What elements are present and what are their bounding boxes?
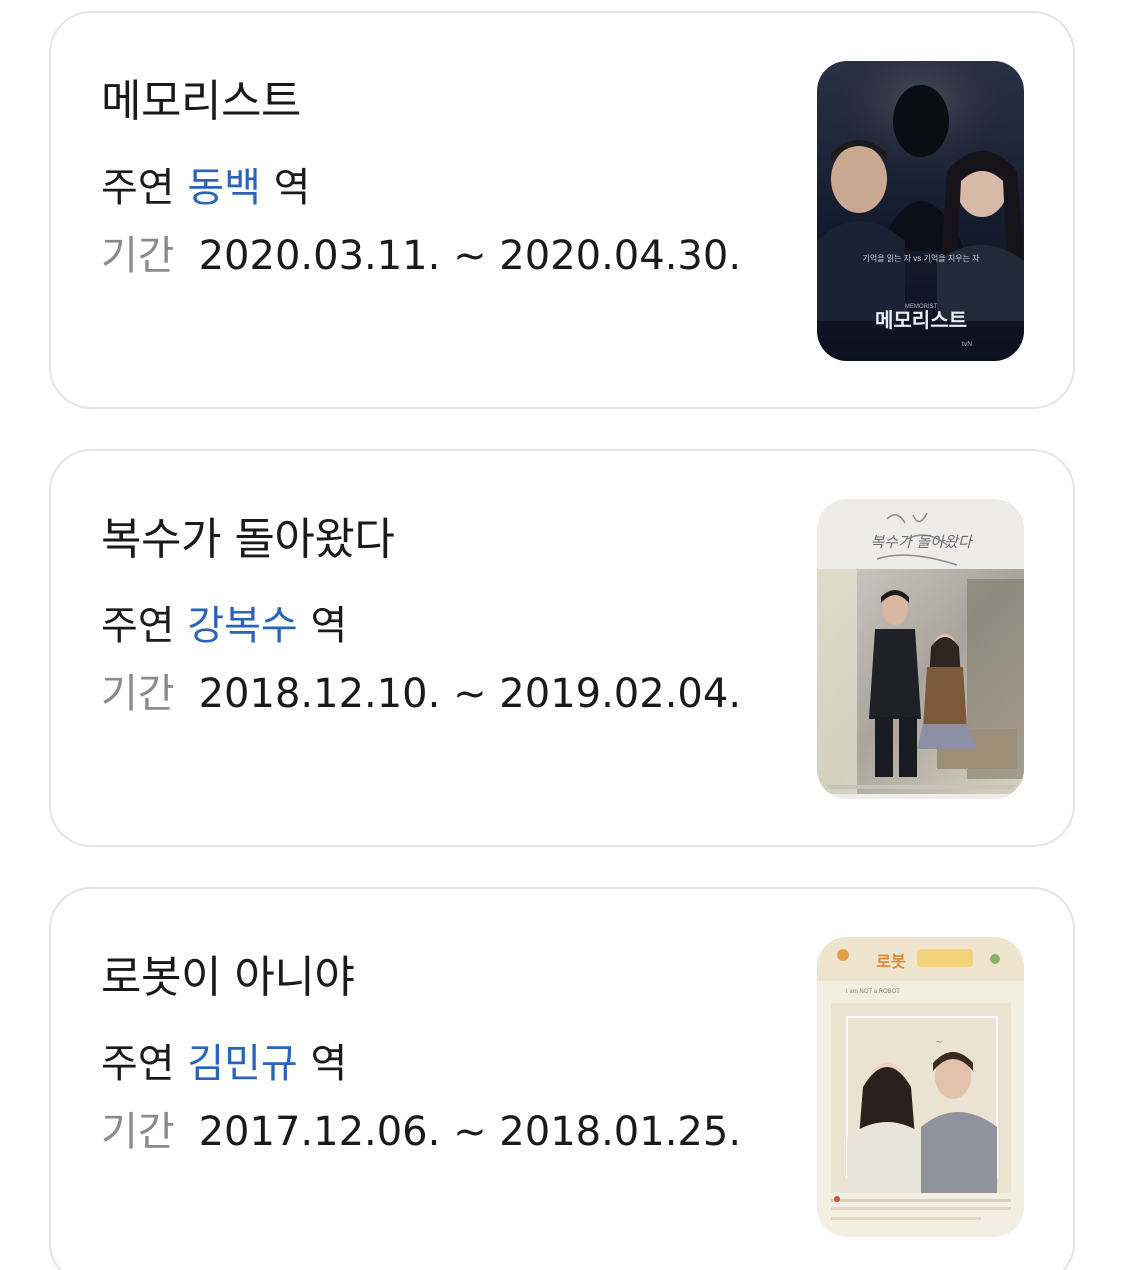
- role-line: 주연 동백 역: [101, 155, 310, 213]
- poster-image[interactable]: 기억을 읽는 자 vs 기억을 지우는 자 MEMORIST 메모리스트 tvN: [817, 61, 1024, 361]
- role-prefix: 주연: [101, 165, 175, 211]
- poster-title: 로봇: [876, 952, 906, 971]
- role-suffix: 역: [310, 603, 348, 649]
- drama-title[interactable]: 복수가 돌아왔다: [101, 503, 395, 567]
- role-suffix: 역: [310, 1041, 348, 1087]
- period-label: 기간: [101, 233, 175, 279]
- drama-card[interactable]: 복수가 돌아왔다 주연 강복수 역 기간 2018.12.10. ~ 2019.0…: [49, 449, 1075, 847]
- role-prefix: 주연: [101, 1041, 175, 1087]
- drama-card[interactable]: 메모리스트 주연 동백 역 기간 2020.03.11. ~ 2020.04.30…: [49, 11, 1075, 409]
- drama-title[interactable]: 로봇이 아니야: [101, 941, 355, 1005]
- poster-image[interactable]: 복수가 돌아왔다: [817, 499, 1024, 799]
- poster-network: tvN: [962, 341, 973, 348]
- drama-title[interactable]: 메모리스트: [101, 65, 301, 129]
- poster-title: 복수가 돌아왔다: [870, 533, 974, 551]
- period-label: 기간: [101, 671, 175, 717]
- role-suffix: 역: [273, 165, 311, 211]
- period-value: 2017.12.06. ~ 2018.01.25.: [198, 1109, 742, 1155]
- period-label: 기간: [101, 1109, 175, 1155]
- role-line: 주연 강복수 역: [101, 593, 347, 651]
- period-value: 2018.12.10. ~ 2019.02.04.: [198, 671, 742, 717]
- period-line: 기간 2020.03.11. ~ 2020.04.30.: [101, 223, 741, 281]
- period-value: 2020.03.11. ~ 2020.04.30.: [198, 233, 742, 279]
- period-line: 기간 2018.12.10. ~ 2019.02.04.: [101, 661, 741, 719]
- period-line: 기간 2017.12.06. ~ 2018.01.25.: [101, 1099, 741, 1157]
- poster-image[interactable]: 로봇 I am NOT a ROBOT ~: [817, 937, 1024, 1237]
- drama-card[interactable]: 로봇이 아니야 주연 김민규 역 기간 2017.12.06. ~ 2018.01…: [49, 887, 1075, 1270]
- svg-text:~: ~: [935, 1037, 943, 1048]
- drama-list: 메모리스트 주연 동백 역 기간 2020.03.11. ~ 2020.04.30…: [0, 0, 1125, 1270]
- role-name-link[interactable]: 강복수: [187, 603, 297, 649]
- role-name-link[interactable]: 동백: [187, 165, 261, 211]
- role-name-link[interactable]: 김민규: [187, 1041, 297, 1087]
- role-line: 주연 김민규 역: [101, 1031, 347, 1089]
- poster-subtitle: I am NOT a ROBOT: [846, 989, 900, 995]
- poster-tagline: 기억을 읽는 자 vs 기억을 지우는 자: [862, 253, 980, 263]
- role-prefix: 주연: [101, 603, 175, 649]
- poster-title: 메모리스트: [875, 308, 967, 332]
